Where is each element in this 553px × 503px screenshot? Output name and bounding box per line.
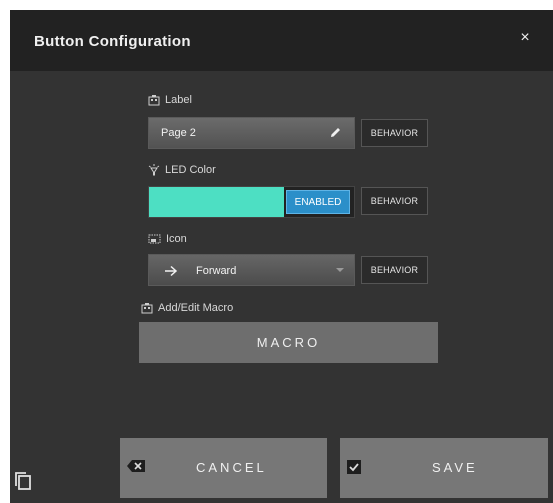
label-icon	[148, 95, 160, 106]
led-enabled-toggle[interactable]: ENABLED	[286, 190, 350, 214]
cancel-label: CANCEL	[196, 460, 267, 475]
dialog-title: Button Configuration	[34, 33, 191, 50]
led-heading-text: LED Color	[165, 164, 216, 176]
pencil-icon[interactable]	[329, 126, 342, 139]
copy-icon[interactable]	[14, 471, 32, 491]
icon-behavior-button[interactable]: BEHAVIOR	[361, 256, 428, 284]
macro-icon	[141, 303, 153, 314]
icon-select[interactable]: Forward	[148, 254, 355, 286]
icon-heading-text: Icon	[166, 233, 187, 245]
arrow-right-icon	[164, 264, 178, 282]
label-value: Page 2	[161, 127, 196, 139]
icon-selected-value: Forward	[196, 265, 237, 277]
macro-section-heading: Add/Edit Macro	[141, 302, 233, 314]
dialog-header: Button Configuration ×	[10, 10, 553, 71]
button-configuration-dialog: Button Configuration × Label Page 2 BEHA…	[10, 10, 553, 503]
icon-section-heading: Icon	[148, 233, 187, 245]
save-label: SAVE	[432, 460, 478, 475]
bulb-icon	[148, 164, 160, 176]
led-section-heading: LED Color	[148, 164, 216, 176]
chevron-down-icon	[336, 268, 344, 272]
label-behavior-button[interactable]: BEHAVIOR	[361, 119, 428, 147]
backspace-icon	[127, 460, 145, 472]
close-icon[interactable]: ×	[517, 30, 533, 46]
label-input[interactable]: Page 2	[148, 117, 355, 149]
cancel-button[interactable]: CANCEL	[120, 438, 327, 498]
label-section-heading: Label	[148, 94, 192, 106]
led-behavior-button[interactable]: BEHAVIOR	[361, 187, 428, 215]
save-button[interactable]: SAVE	[340, 438, 548, 498]
led-color-field[interactable]: ENABLED	[148, 186, 355, 218]
macro-button[interactable]: MACRO	[139, 322, 438, 363]
led-color-swatch[interactable]	[149, 187, 284, 217]
macro-heading-text: Add/Edit Macro	[158, 302, 234, 314]
check-box-icon	[347, 460, 361, 474]
image-icon	[148, 234, 161, 244]
label-heading-text: Label	[165, 94, 192, 106]
